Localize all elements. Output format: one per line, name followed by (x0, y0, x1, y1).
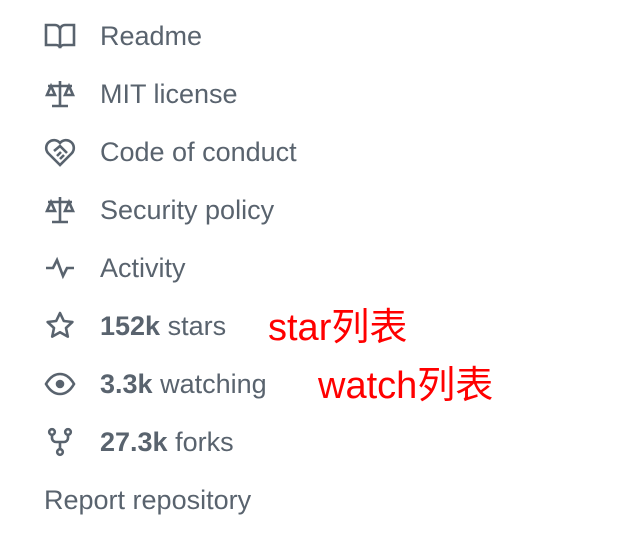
security-policy-label: Security policy (100, 194, 275, 225)
stars-count: 152k (100, 310, 161, 341)
readme-link[interactable]: Readme (44, 7, 202, 65)
forks-label: forks (167, 426, 234, 457)
fork-icon (44, 426, 76, 458)
license-label: MIT license (100, 78, 238, 109)
stars-link[interactable]: 152k stars (44, 297, 226, 355)
activity-label: Activity (100, 252, 186, 283)
code-of-conduct-icon (44, 136, 76, 168)
stars-annotation: star列表 (268, 307, 408, 349)
report-repository-link[interactable]: Report repository (44, 471, 251, 529)
law-icon (44, 194, 76, 226)
readme-label: Readme (100, 20, 203, 51)
pulse-icon (44, 252, 76, 284)
star-icon (44, 310, 76, 342)
forks-link[interactable]: 27.3k forks (44, 413, 234, 471)
eye-icon (44, 368, 76, 400)
watching-label: watching (152, 368, 267, 399)
stars-label: stars (160, 310, 227, 341)
report-repository-label: Report repository (44, 484, 252, 515)
watching-count: 3.3k (100, 368, 153, 399)
watch-annotation: watch列表 (318, 365, 494, 407)
activity-link[interactable]: Activity (44, 239, 186, 297)
license-link[interactable]: MIT license (44, 65, 238, 123)
forks-count: 27.3k (100, 426, 168, 457)
law-icon (44, 78, 76, 110)
code-of-conduct-label: Code of conduct (100, 136, 297, 167)
code-of-conduct-link[interactable]: Code of conduct (44, 123, 297, 181)
security-policy-link[interactable]: Security policy (44, 181, 274, 239)
watching-link[interactable]: 3.3k watching (44, 355, 267, 413)
book-icon (44, 20, 76, 52)
